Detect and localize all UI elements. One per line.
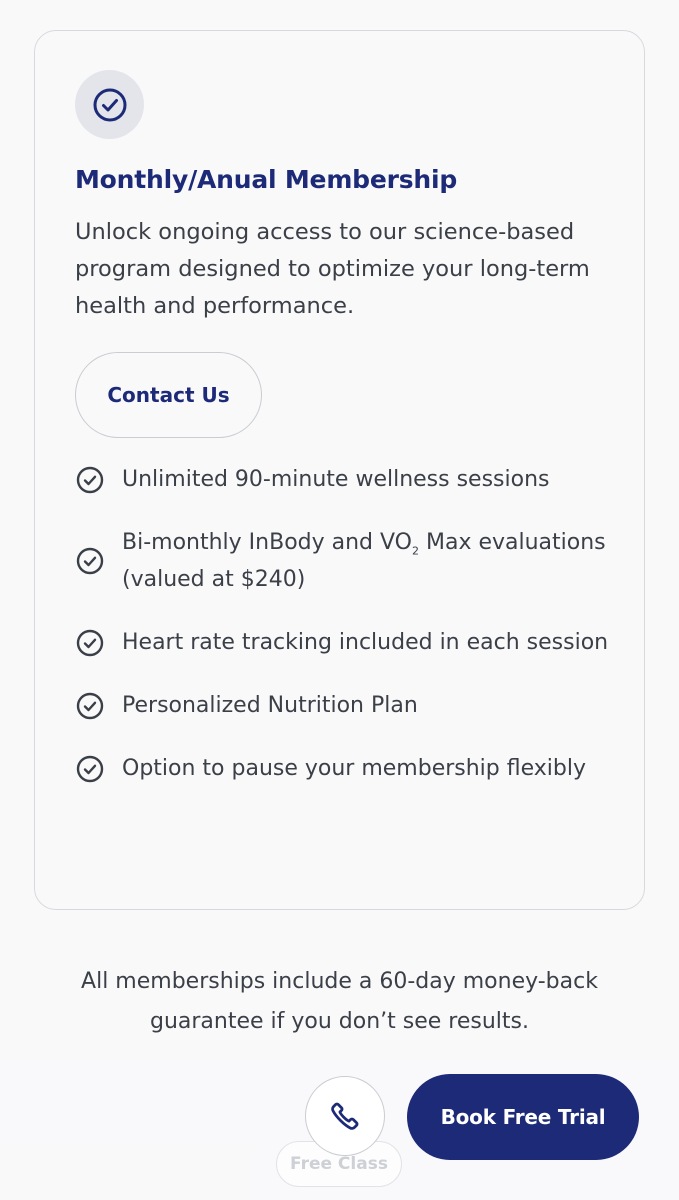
feature-list: Unlimited 90-minute wellness sessions Bi…: [75, 461, 620, 813]
feature-text: Option to pause your membership flexibly: [122, 756, 586, 781]
membership-title: Monthly/Anual Membership: [75, 165, 458, 194]
feature-item: Personalized Nutrition Plan: [75, 687, 620, 724]
feature-text: Personalized Nutrition Plan: [122, 693, 418, 718]
phone-icon: [331, 1102, 359, 1130]
check-circle-icon: [75, 754, 105, 784]
check-circle-icon: [75, 546, 105, 576]
call-button[interactable]: [305, 1076, 385, 1156]
check-circle-icon: [75, 691, 105, 721]
feature-text: Unlimited 90-minute wellness sessions: [122, 467, 550, 492]
subscript-two: 2: [412, 544, 419, 558]
check-circle-icon: [75, 465, 105, 495]
feature-item: Heart rate tracking included in each ses…: [75, 624, 620, 661]
contact-us-button[interactable]: Contact Us: [75, 352, 262, 438]
check-circle-icon: [75, 70, 144, 139]
check-circle-icon: [75, 628, 105, 658]
feature-item: Unlimited 90-minute wellness sessions: [75, 461, 620, 498]
page: Monthly/Anual Membership Unlock ongoing …: [0, 0, 679, 1200]
feature-text: Heart rate tracking included in each ses…: [122, 630, 609, 655]
feature-text-part: Bi-monthly InBody and VO: [122, 530, 412, 555]
membership-card: Monthly/Anual Membership Unlock ongoing …: [34, 30, 645, 910]
feature-item: Bi-monthly InBody and VO2 Max evaluation…: [75, 524, 620, 598]
guarantee-text: All memberships include a 60-day money-b…: [81, 969, 598, 1034]
feature-text: Bi-monthly InBody and VO2 Max evaluation…: [122, 524, 620, 598]
membership-description: Unlock ongoing access to our science-bas…: [75, 219, 590, 319]
feature-item: Option to pause your membership flexibly: [75, 750, 620, 787]
book-free-trial-button[interactable]: Book Free Trial: [407, 1074, 639, 1160]
